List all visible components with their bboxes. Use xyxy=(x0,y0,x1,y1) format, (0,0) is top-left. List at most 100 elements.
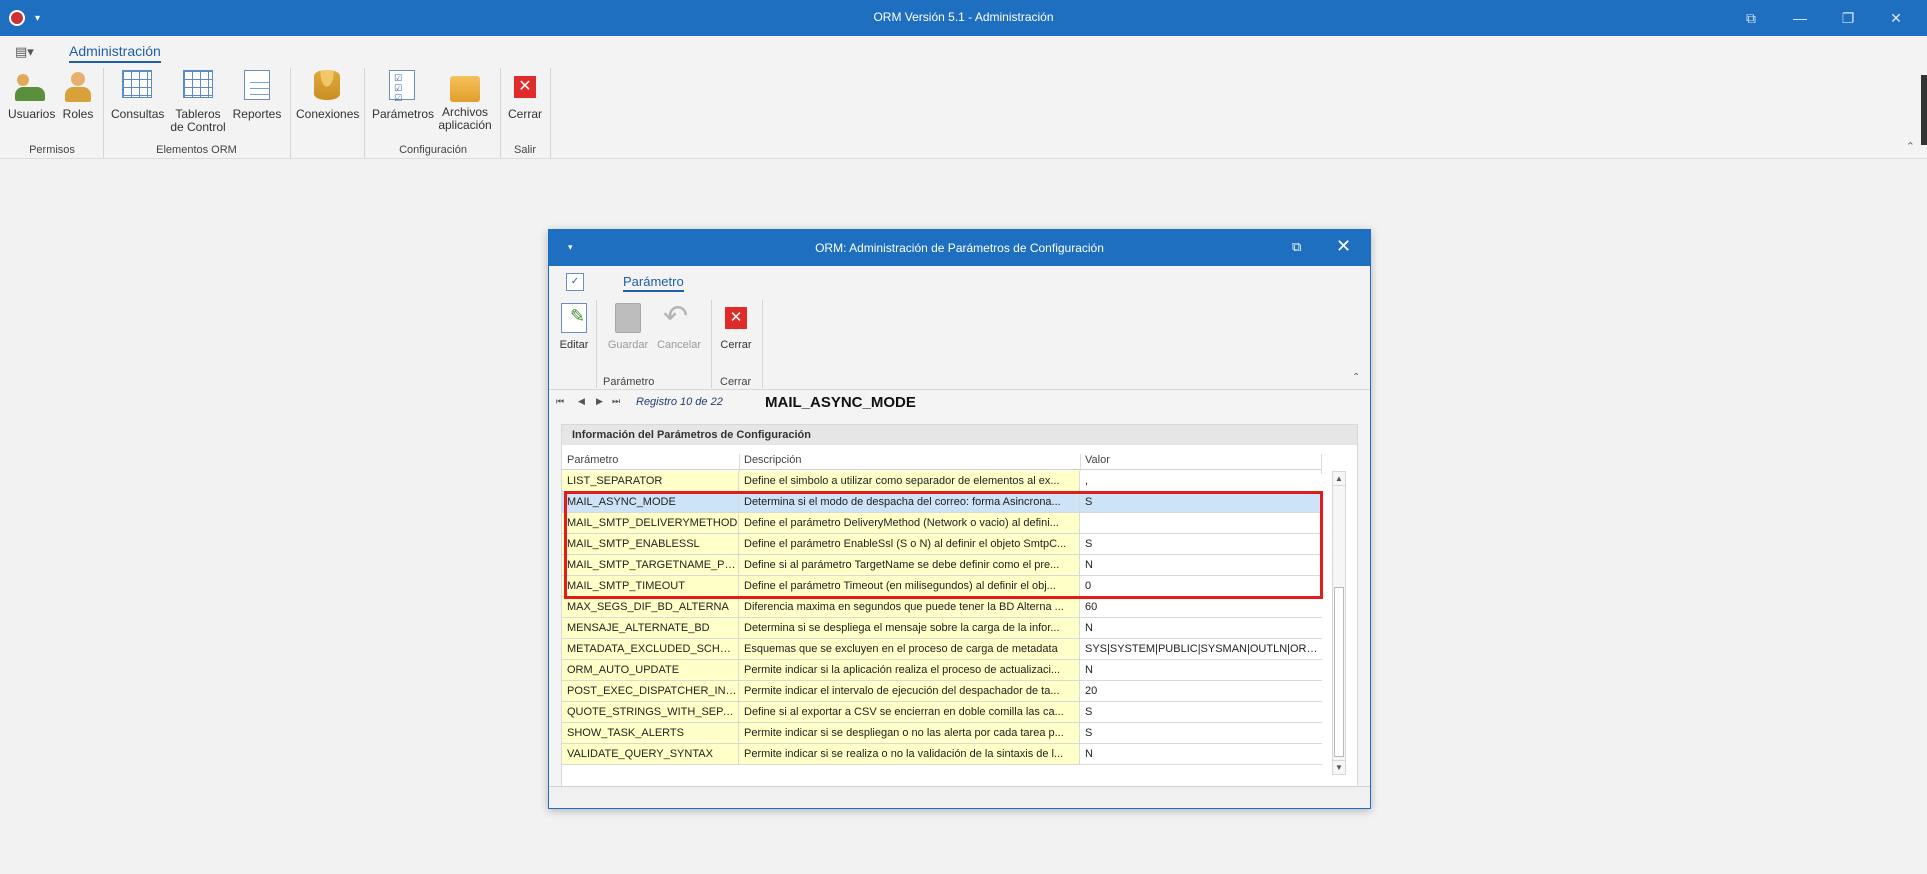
guardar-button[interactable]: Guardar xyxy=(606,303,650,351)
table-row[interactable]: ORM_AUTO_UPDATE Permite indicar si la apl… xyxy=(562,660,1322,681)
scroll-up-arrow-icon[interactable]: ▲ xyxy=(1333,472,1345,486)
value-cell[interactable]: N xyxy=(1080,555,1321,575)
param-cell[interactable]: LIST_SEPARATOR xyxy=(562,471,739,491)
roles-button[interactable]: Roles xyxy=(60,70,96,121)
value-cell[interactable]: 20 xyxy=(1080,681,1321,701)
close-window-button[interactable]: ✕ xyxy=(1886,8,1906,28)
param-cell[interactable]: MENSAJE_ALTERNATE_BD xyxy=(562,618,739,638)
param-cell[interactable]: ORM_AUTO_UPDATE xyxy=(562,660,739,680)
value-cell[interactable]: 60 xyxy=(1080,597,1321,617)
window-edge-scrollbar[interactable] xyxy=(1921,75,1927,145)
description-cell[interactable]: Permite indicar si se realiza o no la va… xyxy=(739,744,1080,764)
table-row[interactable]: QUOTE_STRINGS_WITH_SEPAR... Define si al … xyxy=(562,702,1322,723)
table-row[interactable]: MAIL_SMTP_TARGETNAME_PRE... Define si al … xyxy=(562,555,1322,576)
value-cell[interactable]: S xyxy=(1080,492,1321,512)
description-cell[interactable]: Determina si el modo de despacha del cor… xyxy=(739,492,1080,512)
scroll-thumb[interactable] xyxy=(1334,587,1344,757)
dialog-cerrar-button[interactable]: ✕ Cerrar xyxy=(717,303,755,351)
quick-access-checklist-icon[interactable]: ✓ xyxy=(566,273,584,291)
next-record-button[interactable]: ▶ xyxy=(596,396,603,407)
editar-button[interactable]: Editar xyxy=(558,303,590,351)
table-row[interactable]: POST_EXEC_DISPATCHER_INTE... Permite indi… xyxy=(562,681,1322,702)
param-cell[interactable]: METADATA_EXCLUDED_SCHEM... xyxy=(562,639,739,659)
param-cell[interactable]: POST_EXEC_DISPATCHER_INTE... xyxy=(562,681,739,701)
cerrar-button[interactable]: ✕ Cerrar xyxy=(506,70,544,121)
usuarios-label: Usuarios xyxy=(8,107,56,121)
application-menu-button[interactable]: ▤▾ xyxy=(15,44,34,60)
dialog-cerrar-label: Cerrar xyxy=(720,339,752,351)
param-cell[interactable]: SHOW_TASK_ALERTS xyxy=(562,723,739,743)
description-cell[interactable]: Esquemas que se excluyen en el proceso d… xyxy=(739,639,1080,659)
value-cell[interactable]: S xyxy=(1080,702,1321,722)
description-cell[interactable]: Define el simbolo a utilizar como separa… xyxy=(739,471,1080,491)
param-cell[interactable]: QUOTE_STRINGS_WITH_SEPAR... xyxy=(562,702,739,722)
param-cell[interactable]: MAIL_SMTP_ENABLESSL xyxy=(562,534,739,554)
param-cell[interactable]: MAIL_SMTP_DELIVERYMETHOD xyxy=(562,513,739,533)
table-row[interactable]: VALIDATE_QUERY_SYNTAX Permite indicar si … xyxy=(562,744,1322,765)
collapse-ribbon-icon[interactable]: ⌃ xyxy=(1906,140,1915,153)
value-cell[interactable]: S xyxy=(1080,723,1321,743)
param-cell[interactable]: MAIL_SMTP_TARGETNAME_PRE... xyxy=(562,555,739,575)
description-cell[interactable]: Determina si se despliega el mensaje sob… xyxy=(739,618,1080,638)
archivos-aplicacion-button[interactable]: Archivos aplicación xyxy=(436,70,494,132)
collapse-ribbon-icon[interactable]: ⌃ xyxy=(1352,372,1360,383)
table-row[interactable]: MAIL_SMTP_ENABLESSL Define el parámetro E… xyxy=(562,534,1322,555)
description-cell[interactable]: Diferencia maxima en segundos que puede … xyxy=(739,597,1080,617)
minimize-button[interactable]: — xyxy=(1790,8,1810,28)
reportes-button[interactable]: Reportes xyxy=(232,70,282,121)
conexiones-button[interactable]: Conexiones xyxy=(296,70,359,121)
scroll-down-arrow-icon[interactable]: ▼ xyxy=(1333,760,1345,774)
value-cell[interactable]: N xyxy=(1080,660,1321,680)
param-cell[interactable]: MAX_SEGS_DIF_BD_ALTERNA xyxy=(562,597,739,617)
maximize-button[interactable]: ❐ xyxy=(1838,8,1858,28)
grid-vertical-scrollbar[interactable]: ▲ ▼ xyxy=(1332,471,1346,775)
first-record-button[interactable]: ⏮ xyxy=(556,396,564,407)
cancelar-button[interactable]: Cancelar xyxy=(656,299,702,351)
description-cell[interactable]: Permite indicar el intervalo de ejecució… xyxy=(739,681,1080,701)
table-row[interactable]: METADATA_EXCLUDED_SCHEM... Esquemas que s… xyxy=(562,639,1322,660)
description-cell[interactable]: Define el parámetro Timeout (en milisegu… xyxy=(739,576,1080,596)
table-row[interactable]: SHOW_TASK_ALERTS Permite indicar si se de… xyxy=(562,723,1322,744)
value-cell[interactable]: S xyxy=(1080,534,1321,554)
previous-record-button[interactable]: ◀ xyxy=(578,396,585,407)
group-label-cerrar: Cerrar xyxy=(720,376,752,388)
usuarios-button[interactable]: Usuarios xyxy=(8,70,56,121)
column-header-valor[interactable]: Valor xyxy=(1085,454,1110,466)
value-cell[interactable]: 0 xyxy=(1080,576,1321,596)
table-row[interactable]: MAIL_SMTP_TIMEOUT Define el parámetro Tim… xyxy=(562,576,1322,597)
tab-administracion[interactable]: Administración xyxy=(69,43,161,63)
consultas-button[interactable]: Consultas xyxy=(111,70,164,121)
value-cell[interactable]: SYS|SYSTEM|PUBLIC|SYSMAN|OUTLN|ORACL... xyxy=(1080,639,1321,659)
description-cell[interactable]: Permite indicar si se despliegan o no la… xyxy=(739,723,1080,743)
param-cell[interactable]: MAIL_ASYNC_MODE xyxy=(562,492,739,512)
param-cell[interactable]: MAIL_SMTP_TIMEOUT xyxy=(562,576,739,596)
tab-parametro[interactable]: Parámetro xyxy=(623,274,684,292)
table-row[interactable]: MENSAJE_ALTERNATE_BD Determina si se desp… xyxy=(562,618,1322,639)
description-cell[interactable]: Define si al parámetro TargetName se deb… xyxy=(739,555,1080,575)
table-row[interactable]: MAX_SEGS_DIF_BD_ALTERNA Diferencia maxima… xyxy=(562,597,1322,618)
description-cell[interactable]: Define si al exportar a CSV se encierran… xyxy=(739,702,1080,722)
description-cell[interactable]: Define el parámetro EnableSsl (S o N) al… xyxy=(739,534,1080,554)
table-row[interactable]: MAIL_SMTP_DELIVERYMETHOD Define el paráme… xyxy=(562,513,1322,534)
param-cell[interactable]: VALIDATE_QUERY_SYNTAX xyxy=(562,744,739,764)
table-row-selected[interactable]: MAIL_ASYNC_MODE Determina si el modo de d… xyxy=(562,492,1322,513)
ribbon-display-options-icon[interactable]: ⧉ xyxy=(1741,8,1761,28)
dialog-title-bar: ▾ ORM: Administración de Parámetros de C… xyxy=(549,230,1370,266)
value-cell[interactable]: , xyxy=(1080,471,1321,491)
roles-label: Roles xyxy=(62,107,94,121)
value-cell[interactable] xyxy=(1080,513,1321,533)
column-header-parametro[interactable]: Parámetro xyxy=(567,454,618,466)
table-row[interactable]: LIST_SEPARATOR Define el simbolo a utiliz… xyxy=(562,471,1322,492)
last-record-button[interactable]: ⏭ xyxy=(612,396,620,407)
description-cell[interactable]: Define el parámetro DeliveryMethod (Netw… xyxy=(739,513,1080,533)
dialog-ribbon: ✓ Parámetro Editar Guardar Cancelar Pará… xyxy=(549,266,1370,390)
value-cell[interactable]: N xyxy=(1080,618,1321,638)
tableros-button[interactable]: Tableros de Control xyxy=(170,70,226,134)
description-cell[interactable]: Permite indicar si la aplicación realiza… xyxy=(739,660,1080,680)
restore-icon[interactable]: ⧉ xyxy=(1292,239,1301,255)
parametros-button[interactable]: Parámetros xyxy=(372,70,434,121)
dialog-close-button[interactable]: ✕ xyxy=(1336,236,1351,257)
value-cell[interactable]: N xyxy=(1080,744,1321,764)
group-label-permisos: Permisos xyxy=(29,144,75,156)
column-header-descripcion[interactable]: Descripción xyxy=(744,454,801,466)
